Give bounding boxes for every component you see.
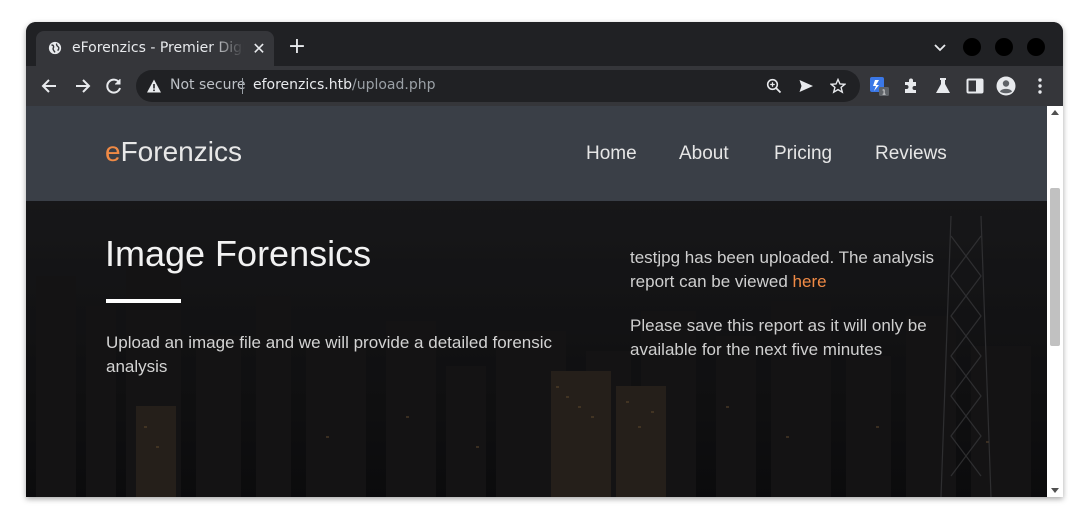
zoom-icon[interactable] — [766, 78, 782, 94]
send-icon[interactable] — [798, 78, 814, 94]
tab-search-chevron-icon[interactable] — [932, 39, 948, 55]
puzzle-extensions-icon[interactable] — [901, 76, 921, 96]
scroll-up-arrow-icon[interactable] — [1051, 109, 1059, 117]
page-viewport: eForenzics Home About Pricing Reviews Im… — [26, 106, 1047, 497]
security-label[interactable]: Not secure — [170, 77, 246, 93]
address-bar[interactable]: Not secure eforenzics.htb/upload.php — [136, 70, 860, 102]
tab-title: eForenzics - Premier Digital Forensics — [72, 40, 244, 56]
browser-toolbar: Not secure eforenzics.htb/upload.php 1 — [26, 66, 1063, 106]
browser-window: eForenzics - Premier Digital Forensics ✕… — [26, 22, 1063, 497]
nav-link-home[interactable]: Home — [586, 143, 637, 165]
bookmark-star-icon[interactable] — [830, 78, 846, 94]
extension-badge-count: 1 — [882, 89, 886, 97]
hero-title: Image Forensics — [105, 233, 372, 274]
maximize-button[interactable] — [995, 38, 1013, 56]
side-panel-icon[interactable] — [965, 76, 985, 96]
url-path: /upload.php — [351, 77, 436, 93]
tab-strip: eForenzics - Premier Digital Forensics ✕… — [26, 22, 1063, 66]
scroll-down-arrow-icon[interactable] — [1051, 486, 1059, 494]
profile-avatar-icon[interactable] — [996, 76, 1016, 96]
nav-link-reviews[interactable]: Reviews — [875, 143, 947, 165]
flask-labs-icon[interactable] — [933, 76, 953, 96]
back-arrow-icon[interactable] — [40, 76, 60, 96]
warning-triangle-icon[interactable] — [146, 78, 162, 94]
forward-arrow-icon[interactable] — [72, 76, 92, 96]
upload-status-text: testjpg has been uploaded. The analysis … — [630, 248, 935, 291]
minimize-button[interactable] — [963, 38, 981, 56]
hero-description: Upload an image file and we will provide… — [106, 333, 553, 376]
browser-tab[interactable]: eForenzics - Premier Digital Forensics ✕ — [36, 31, 274, 66]
globe-icon — [48, 41, 62, 55]
expiry-notice: Please save this report as it will only … — [630, 316, 927, 359]
nav-link-about[interactable]: About — [679, 143, 729, 165]
url-domain: eforenzics.htb — [253, 77, 352, 93]
site-navbar: eForenzics Home About Pricing Reviews — [26, 106, 1047, 201]
close-window-button[interactable] — [1027, 38, 1045, 56]
upload-status-message: testjpg has been uploaded. The analysis … — [630, 246, 960, 294]
url-text[interactable]: eforenzics.htb/upload.php — [253, 77, 435, 93]
extension-badge-icon[interactable]: 1 — [869, 76, 889, 96]
more-menu-icon[interactable] — [1030, 76, 1050, 96]
report-link[interactable]: here — [793, 272, 827, 291]
logo-accent-letter: e — [105, 136, 121, 167]
logo-text: Forenzics — [120, 136, 242, 167]
site-logo[interactable]: eForenzics — [105, 136, 242, 168]
reload-icon[interactable] — [104, 76, 124, 96]
tab-close-icon[interactable]: ✕ — [250, 40, 268, 58]
page-scrollbar[interactable] — [1047, 106, 1063, 497]
new-tab-button[interactable]: + — [286, 36, 308, 58]
omnibox-divider — [242, 78, 243, 94]
scrollbar-thumb[interactable] — [1050, 188, 1060, 346]
nav-link-pricing[interactable]: Pricing — [774, 143, 832, 165]
hero-divider — [106, 299, 181, 303]
